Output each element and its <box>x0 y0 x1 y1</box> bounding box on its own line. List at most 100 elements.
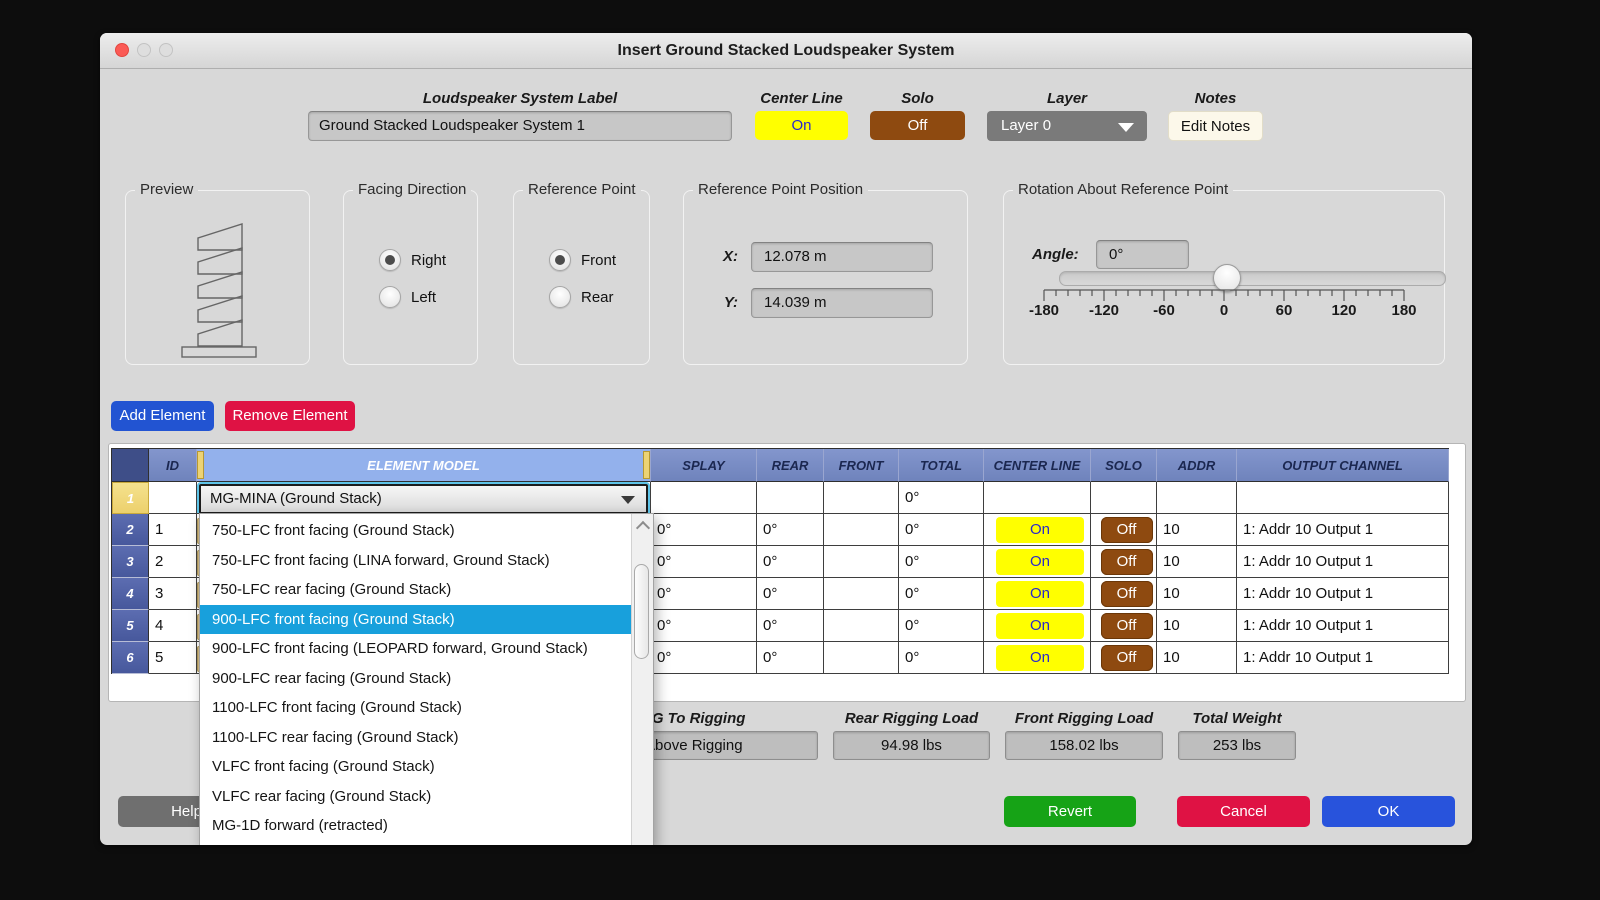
column-header[interactable]: TOTAL <box>899 449 984 482</box>
table-cell[interactable]: 0° <box>899 514 984 546</box>
row-header[interactable]: 1 <box>112 482 149 514</box>
radio-left[interactable] <box>379 286 401 308</box>
y-position-input[interactable]: 14.039 m <box>751 288 933 318</box>
rotation-slider-thumb[interactable] <box>1213 264 1241 292</box>
table-cell[interactable]: 0° <box>899 578 984 610</box>
title-bar[interactable]: Insert Ground Stacked Loudspeaker System <box>100 33 1472 69</box>
dropdown-item[interactable]: 1100-LFC front facing (Ground Stack) <box>200 693 653 723</box>
table-cell[interactable]: Off <box>1091 546 1157 578</box>
center-line-toggle[interactable]: On <box>755 111 848 140</box>
table-cell[interactable]: 10 <box>1157 546 1237 578</box>
column-header[interactable]: CENTER LINE <box>984 449 1091 482</box>
table-cell[interactable]: 0° <box>651 610 757 642</box>
solo-toggle[interactable]: Off <box>1101 581 1153 607</box>
table-cell[interactable]: On <box>984 546 1091 578</box>
table-cell[interactable] <box>1237 482 1449 514</box>
column-header[interactable]: REAR <box>757 449 824 482</box>
table-cell[interactable]: On <box>984 610 1091 642</box>
table-cell[interactable]: 10 <box>1157 610 1237 642</box>
table-cell[interactable] <box>1091 482 1157 514</box>
center-line-toggle[interactable]: On <box>996 581 1084 607</box>
table-cell[interactable] <box>651 482 757 514</box>
add-element-button[interactable]: Add Element <box>111 401 214 431</box>
table-cell[interactable]: MG-MINA (Ground Stack) <box>197 482 651 514</box>
table-cell[interactable] <box>824 482 899 514</box>
table-cell[interactable]: 0° <box>651 642 757 674</box>
column-header[interactable]: FRONT <box>824 449 899 482</box>
column-header[interactable]: OUTPUT CHANNEL <box>1237 449 1449 482</box>
table-cell[interactable]: On <box>984 514 1091 546</box>
table-cell[interactable]: 10 <box>1157 514 1237 546</box>
table-cell[interactable]: 0° <box>757 514 824 546</box>
layer-dropdown[interactable]: Layer 0 <box>987 111 1147 141</box>
table-cell[interactable]: 1 <box>149 514 197 546</box>
table-cell[interactable] <box>824 546 899 578</box>
scrollbar-thumb[interactable] <box>634 564 649 659</box>
cancel-button[interactable]: Cancel <box>1177 796 1310 827</box>
solo-toggle[interactable]: Off <box>870 111 965 140</box>
table-cell[interactable] <box>824 578 899 610</box>
table-cell[interactable]: 10 <box>1157 578 1237 610</box>
row-header[interactable]: 4 <box>112 578 149 610</box>
angle-input[interactable]: 0° <box>1096 240 1189 269</box>
table-cell[interactable] <box>824 642 899 674</box>
radio-right[interactable] <box>379 249 401 271</box>
x-position-input[interactable]: 12.078 m <box>751 242 933 272</box>
table-cell[interactable]: Off <box>1091 514 1157 546</box>
table-cell[interactable]: 5 <box>149 642 197 674</box>
dropdown-item[interactable]: 900-LFC front facing (Ground Stack) <box>200 605 653 635</box>
table-cell[interactable]: 0° <box>899 546 984 578</box>
row-header[interactable]: 2 <box>112 514 149 546</box>
table-cell[interactable]: 1: Addr 10 Output 1 <box>1237 578 1449 610</box>
revert-button[interactable]: Revert <box>1004 796 1136 827</box>
table-cell[interactable]: On <box>984 578 1091 610</box>
table-cell[interactable]: 1: Addr 10 Output 1 <box>1237 642 1449 674</box>
table-cell[interactable]: 0° <box>899 610 984 642</box>
refpoint-rear-option[interactable]: Rear <box>549 286 614 308</box>
dropdown-item[interactable]: 900-LFC front facing (LEOPARD forward, G… <box>200 634 653 664</box>
table-cell[interactable] <box>984 482 1091 514</box>
system-label-input[interactable]: Ground Stacked Loudspeaker System 1 <box>308 111 732 141</box>
table-cell[interactable] <box>824 610 899 642</box>
table-cell[interactable]: 1: Addr 10 Output 1 <box>1237 546 1449 578</box>
dropdown-item[interactable]: 750-LFC front facing (Ground Stack) <box>200 516 653 546</box>
dropdown-item[interactable]: VLFC rear facing (Ground Stack) <box>200 782 653 812</box>
radio-front[interactable] <box>549 249 571 271</box>
table-cell[interactable]: On <box>984 642 1091 674</box>
dropdown-item[interactable]: 900-LFC rear facing (Ground Stack) <box>200 664 653 694</box>
center-line-toggle[interactable]: On <box>996 613 1084 639</box>
dropdown-item[interactable]: MG-1D forward (retracted) <box>200 811 653 841</box>
table-cell[interactable]: 0° <box>651 514 757 546</box>
table-cell[interactable]: 0° <box>899 642 984 674</box>
table-cell[interactable]: 10 <box>1157 642 1237 674</box>
table-cell[interactable]: 0° <box>757 610 824 642</box>
table-cell[interactable]: 0° <box>757 642 824 674</box>
column-header[interactable]: SOLO <box>1091 449 1157 482</box>
solo-toggle[interactable]: Off <box>1101 613 1153 639</box>
table-cell[interactable]: 1: Addr 10 Output 1 <box>1237 610 1449 642</box>
dropdown-item[interactable]: 750-LFC front facing (LINA forward, Grou… <box>200 546 653 576</box>
remove-element-button[interactable]: Remove Element <box>225 401 355 431</box>
solo-toggle[interactable]: Off <box>1101 517 1153 543</box>
table-cell[interactable] <box>1157 482 1237 514</box>
table-cell[interactable]: 1: Addr 10 Output 1 <box>1237 514 1449 546</box>
center-line-toggle[interactable]: On <box>996 645 1084 671</box>
edit-notes-button[interactable]: Edit Notes <box>1168 111 1263 141</box>
solo-toggle[interactable]: Off <box>1101 645 1153 671</box>
ok-button[interactable]: OK <box>1322 796 1455 827</box>
rotation-slider-track[interactable] <box>1059 271 1446 286</box>
table-cell[interactable]: 0° <box>899 482 984 514</box>
column-header[interactable]: SPLAY <box>651 449 757 482</box>
table-cell[interactable] <box>757 482 824 514</box>
facing-right-option[interactable]: Right <box>379 249 446 271</box>
column-header[interactable]: ADDR <box>1157 449 1237 482</box>
radio-rear[interactable] <box>549 286 571 308</box>
dropdown-item[interactable]: 750-LFC rear facing (Ground Stack) <box>200 575 653 605</box>
table-cell[interactable]: 3 <box>149 578 197 610</box>
center-line-toggle[interactable]: On <box>996 517 1084 543</box>
scroll-up-icon[interactable] <box>636 521 650 535</box>
row-header[interactable]: 5 <box>112 610 149 642</box>
row-header[interactable]: 6 <box>112 642 149 674</box>
row-header[interactable]: 3 <box>112 546 149 578</box>
close-icon[interactable] <box>115 43 129 57</box>
